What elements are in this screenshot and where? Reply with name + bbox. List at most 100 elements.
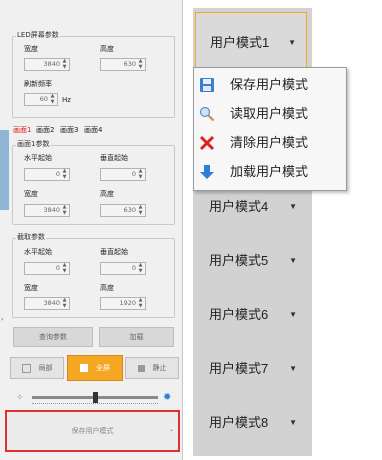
screen1-vstart-value: 0 xyxy=(131,170,136,178)
user-mode-7-button[interactable]: 用户模式7 ▼ xyxy=(195,346,307,392)
freeze-mode-icon xyxy=(137,364,145,372)
user-mode-context-menu: 保存用户模式 读取用户模式 清除用户模式 加载用户模式 xyxy=(193,67,347,191)
capture-vstart-value: 0 xyxy=(131,264,136,272)
led-width-label: 宽度 xyxy=(24,45,38,53)
brightness-slider-thumb[interactable] xyxy=(93,392,98,403)
tab-screen-1[interactable]: 画面1 xyxy=(13,126,31,135)
scroll-right-arrow-icon[interactable]: › xyxy=(1,316,3,323)
screen1-hstart-value: 0 xyxy=(55,170,60,178)
spinner-arrows-icon[interactable]: ▲ ▼ xyxy=(49,93,56,105)
brightness-slider-ticks xyxy=(32,403,158,404)
capture-height-label: 高度 xyxy=(100,284,114,292)
screen1-height-spinner[interactable]: 630 ▲ ▼ xyxy=(100,204,146,217)
query-params-button[interactable]: 查询参数 xyxy=(13,327,93,347)
freeze-mode-button[interactable]: 静止 xyxy=(125,357,179,379)
spinner-arrows-icon[interactable]: ▲ ▼ xyxy=(61,297,68,309)
down-arrow-icon xyxy=(200,165,214,179)
spinner-arrows-icon[interactable]: ▲ ▼ xyxy=(137,204,144,216)
user-mode-7-caret-icon[interactable]: ▼ xyxy=(289,346,297,392)
capture-width-value: 3840 xyxy=(43,299,60,307)
load-button[interactable]: 加载 xyxy=(99,327,174,347)
led-params-title: LED屏幕参数 xyxy=(16,31,60,40)
save-mode-dropdown[interactable]: 保存用户模式 ⌄ xyxy=(5,410,180,452)
screen1-hstart-label: 水平起始 xyxy=(24,154,52,162)
capture-hstart-spinner[interactable]: 0 ▲ ▼ xyxy=(24,262,70,275)
spinner-arrows-icon[interactable]: ▲ ▼ xyxy=(137,297,144,309)
led-width-value: 3840 xyxy=(43,60,60,68)
screen1-params-title: 画面1参数 xyxy=(16,140,51,149)
freeze-mode-label: 静止 xyxy=(152,364,167,372)
tab-screen-3[interactable]: 画面3 xyxy=(60,126,78,135)
spinner-arrows-icon[interactable]: ▲ ▼ xyxy=(137,262,144,274)
user-mode-1-label: 用户模式1 xyxy=(210,35,270,50)
tab-screen-2[interactable]: 画面2 xyxy=(36,126,54,135)
fullscreen-mode-button[interactable]: 全屏 xyxy=(67,355,123,381)
user-mode-6-caret-icon[interactable]: ▼ xyxy=(289,292,297,338)
capture-width-label: 宽度 xyxy=(24,284,38,292)
capture-width-spinner[interactable]: 3840 ▲ ▼ xyxy=(24,297,70,310)
menu-item-save-mode[interactable]: 保存用户模式 xyxy=(194,71,346,99)
user-mode-4-label: 用户模式4 xyxy=(209,199,269,214)
menu-item-read-mode[interactable]: 读取用户模式 xyxy=(194,100,346,128)
brightness-high-icon: ✹ xyxy=(163,392,172,403)
user-mode-7-label: 用户模式7 xyxy=(209,361,269,376)
screen1-vstart-spinner[interactable]: 0 ▲ ▼ xyxy=(100,168,146,181)
partial-mode-button[interactable]: 局部 xyxy=(10,357,64,379)
tab-screen-4[interactable]: 画面4 xyxy=(84,126,102,135)
user-mode-8-caret-icon[interactable]: ▼ xyxy=(289,400,297,446)
led-height-label: 高度 xyxy=(100,45,114,53)
user-mode-1-button[interactable]: 用户模式1 ▼ xyxy=(195,12,307,72)
brightness-low-icon: ✧ xyxy=(16,393,24,403)
menu-item-save-label: 保存用户模式 xyxy=(230,77,309,92)
partial-mode-label: 局部 xyxy=(38,364,53,372)
partial-mode-icon xyxy=(21,363,31,373)
spinner-arrows-icon[interactable]: ▲ ▼ xyxy=(137,168,144,180)
menu-item-clear-label: 清除用户模式 xyxy=(230,135,309,150)
screen1-width-spinner[interactable]: 3840 ▲ ▼ xyxy=(24,204,70,217)
user-mode-1-caret-icon[interactable]: ▼ xyxy=(288,13,296,73)
user-mode-8-label: 用户模式8 xyxy=(209,415,269,430)
floppy-icon xyxy=(200,78,214,92)
screen1-hstart-spinner[interactable]: 0 ▲ ▼ xyxy=(24,168,70,181)
user-mode-5-caret-icon[interactable]: ▼ xyxy=(289,238,297,284)
menu-item-read-label: 读取用户模式 xyxy=(230,106,309,121)
refresh-rate-label: 刷新频率 xyxy=(24,80,52,88)
capture-hstart-value: 0 xyxy=(55,264,60,272)
screen1-vstart-label: 垂直起始 xyxy=(100,154,128,162)
menu-item-load-mode[interactable]: 加载用户模式 xyxy=(194,158,346,186)
screen1-height-label: 高度 xyxy=(100,190,114,198)
capture-vstart-label: 垂直起始 xyxy=(100,248,128,256)
fullscreen-mode-label: 全屏 xyxy=(96,364,110,372)
refresh-unit: Hz xyxy=(62,96,71,104)
capture-vstart-spinner[interactable]: 0 ▲ ▼ xyxy=(100,262,146,275)
capture-params-title: 截取参数 xyxy=(16,233,46,242)
led-width-spinner[interactable]: 3840 ▲ ▼ xyxy=(24,58,70,71)
red-x-icon xyxy=(199,135,215,151)
user-mode-5-label: 用户模式5 xyxy=(209,253,269,268)
chevron-down-icon: ⌄ xyxy=(168,426,174,433)
screen1-width-label: 宽度 xyxy=(24,190,38,198)
user-mode-5-button[interactable]: 用户模式5 ▼ xyxy=(195,238,307,284)
capture-height-spinner[interactable]: 1920 ▲ ▼ xyxy=(100,297,146,310)
panel-scroll-strip[interactable] xyxy=(0,130,9,210)
spinner-arrows-icon[interactable]: ▲ ▼ xyxy=(61,262,68,274)
screen1-width-value: 3840 xyxy=(43,206,60,214)
save-mode-dropdown-label: 保存用户模式 xyxy=(71,427,114,435)
capture-hstart-label: 水平起始 xyxy=(24,248,52,256)
user-mode-6-button[interactable]: 用户模式6 ▼ xyxy=(195,292,307,338)
capture-height-value: 1920 xyxy=(119,299,136,307)
user-mode-8-button[interactable]: 用户模式8 ▼ xyxy=(195,400,307,446)
user-mode-6-label: 用户模式6 xyxy=(209,307,269,322)
magnifier-icon xyxy=(199,106,215,122)
spinner-arrows-icon[interactable]: ▲ ▼ xyxy=(61,58,68,70)
spinner-arrows-icon[interactable]: ▲ ▼ xyxy=(61,168,68,180)
refresh-rate-spinner[interactable]: 60 ▲ ▼ xyxy=(24,93,58,106)
screen1-height-value: 630 xyxy=(123,206,136,214)
spinner-arrows-icon[interactable]: ▲ ▼ xyxy=(137,58,144,70)
led-height-value: 630 xyxy=(123,60,136,68)
menu-item-clear-mode[interactable]: 清除用户模式 xyxy=(194,129,346,157)
spinner-arrows-icon[interactable]: ▲ ▼ xyxy=(61,204,68,216)
fullscreen-mode-icon xyxy=(80,364,88,372)
led-height-spinner[interactable]: 630 ▲ ▼ xyxy=(100,58,146,71)
refresh-rate-value: 60 xyxy=(39,95,48,103)
